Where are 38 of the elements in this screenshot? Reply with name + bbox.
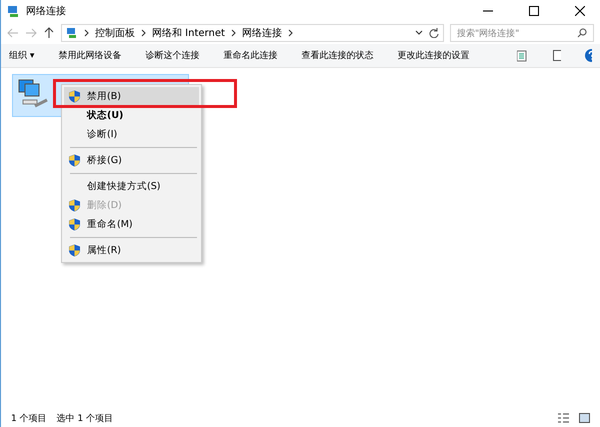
dropdown-icon[interactable] xyxy=(415,30,423,36)
maximize-icon xyxy=(529,6,539,16)
toolbar-button[interactable]: 重命名此连接 xyxy=(223,49,278,62)
chevron-icon xyxy=(230,29,236,37)
toolbar-button[interactable]: 组织 ▾ xyxy=(9,49,34,62)
chevron-icon xyxy=(141,29,146,37)
menu-item[interactable]: 桥接(G) xyxy=(64,151,199,170)
toolbar-button[interactable]: 查看此连接的状态 xyxy=(301,49,374,62)
window-title: 网络连接 xyxy=(26,4,67,18)
toolbar-button[interactable]: 诊断这个连接 xyxy=(145,49,200,62)
status-text: 选中 1 个项目 xyxy=(56,412,114,424)
menu-item[interactable]: 禁用(B) xyxy=(64,87,199,106)
menu-item[interactable]: 属性(R) xyxy=(64,241,199,260)
refresh-icon[interactable] xyxy=(429,28,439,38)
chevron-icon xyxy=(84,29,89,37)
menu-item[interactable]: 创建快捷方式(S) xyxy=(64,177,199,196)
up-arrow-icon[interactable] xyxy=(43,27,55,39)
breadcrumb-item[interactable]: 网络和 Internet xyxy=(152,26,225,40)
breadcrumb-item[interactable]: 网络连接 xyxy=(242,26,282,40)
breadcrumb-item[interactable]: 控制面板 xyxy=(95,26,135,40)
menu-item[interactable]: 诊断(I) xyxy=(64,125,199,144)
menu-item[interactable]: 状态(U) xyxy=(64,106,199,125)
help-icon[interactable] xyxy=(584,49,592,62)
address-bar[interactable]: 控制面板 网络和 Internet 网络连接 xyxy=(61,24,444,42)
search-field[interactable]: 搜索"网络连接" xyxy=(450,24,594,42)
large-icons-view-icon[interactable] xyxy=(579,413,590,423)
menu-item[interactable]: 重命名(M) xyxy=(64,215,199,234)
view-options-icon[interactable] xyxy=(517,50,530,62)
toolbar-button[interactable]: 禁用此网络设备 xyxy=(58,49,122,62)
preview-pane-icon[interactable] xyxy=(553,50,561,61)
chevron-icon xyxy=(288,29,293,37)
details-view-icon[interactable] xyxy=(558,413,569,423)
network-icon xyxy=(7,4,20,18)
status-text: 1 个项目 xyxy=(11,412,47,424)
search-icon xyxy=(577,28,587,38)
network-icon xyxy=(66,27,78,39)
toolbar-button[interactable]: 更改此连接的设置 xyxy=(397,49,470,62)
close-icon xyxy=(575,6,585,16)
